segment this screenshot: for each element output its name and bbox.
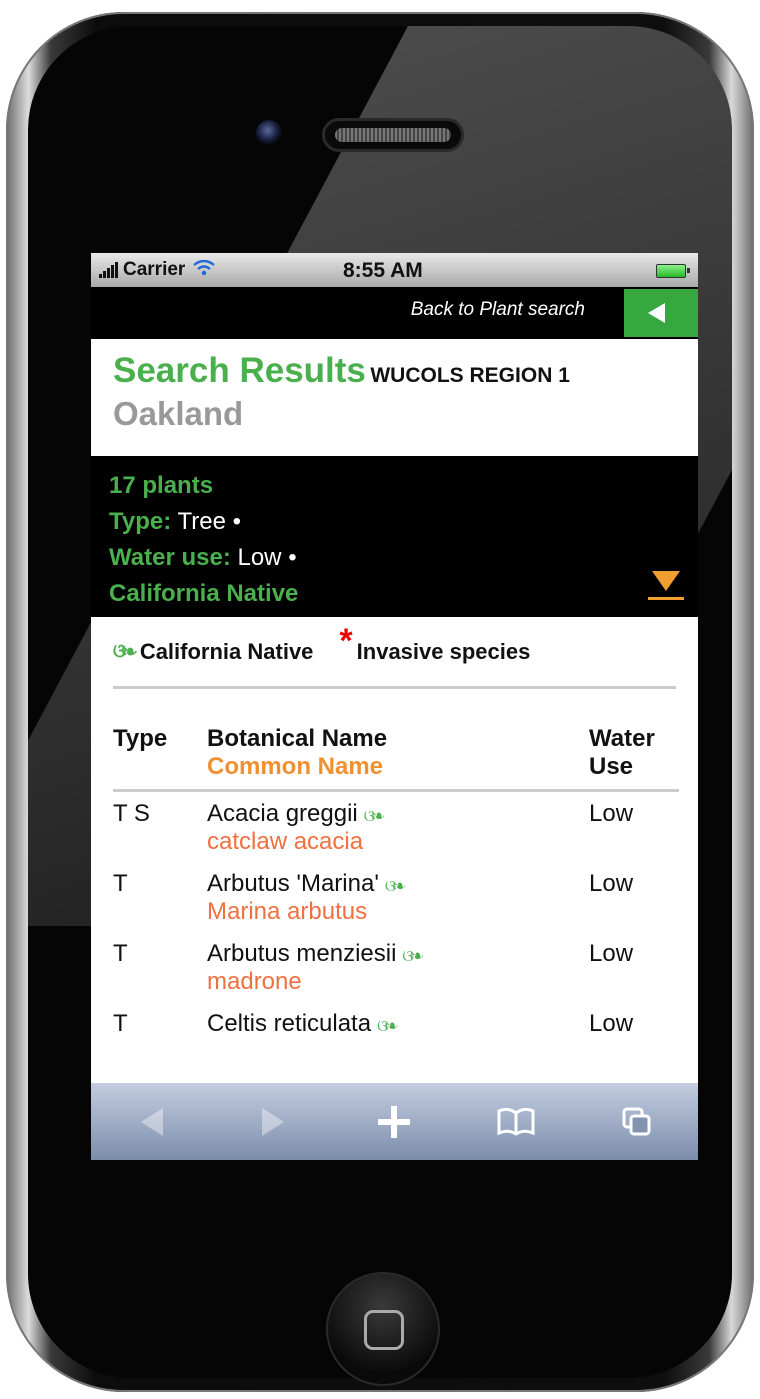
browser-forward-button[interactable] bbox=[243, 1097, 303, 1147]
name-column-header: Botanical Name Common Name bbox=[207, 725, 589, 792]
filter-separator: • bbox=[288, 544, 297, 571]
water-use: Low bbox=[589, 800, 634, 827]
legend: ଓ❧ California Native * Invasive species bbox=[113, 617, 676, 689]
botanical-name[interactable]: Arbutus menziesii bbox=[207, 940, 396, 967]
back-button[interactable] bbox=[624, 289, 698, 337]
legend-invasive-label: Invasive species bbox=[356, 638, 531, 664]
plant-names: Celtis reticulata ଓ❧ bbox=[207, 1002, 589, 1044]
plants-table: Type Botanical Name Common Name Water Us… bbox=[113, 725, 679, 1044]
water-filter: Water use: Low • bbox=[109, 540, 680, 576]
water-use-header-line2: Use bbox=[589, 753, 634, 780]
triangle-right-icon bbox=[262, 1107, 285, 1136]
triangle-left-icon bbox=[140, 1107, 163, 1136]
earpiece-speaker bbox=[322, 118, 464, 152]
pages-button[interactable] bbox=[607, 1097, 667, 1147]
filter-summary: 17 plants Type: Tree • Water use: Low • … bbox=[91, 456, 698, 617]
water-filter-value: Low bbox=[237, 544, 282, 571]
leaf-icon: ଓ❧ bbox=[363, 808, 385, 825]
plant-type: T bbox=[113, 940, 128, 967]
type-filter-label: Type: bbox=[109, 508, 172, 535]
leaf-icon: ଓ❧ bbox=[377, 1018, 398, 1035]
type-filter-value: Tree bbox=[177, 508, 226, 535]
city-name: Oakland bbox=[113, 395, 244, 432]
invasive-star-icon: * bbox=[339, 622, 353, 660]
botanical-name[interactable]: Acacia greggii bbox=[207, 800, 358, 827]
collapse-filters-button[interactable] bbox=[648, 571, 684, 601]
back-to-plant-search-link[interactable]: Back to Plant search bbox=[411, 299, 585, 321]
status-time: 8:55 AM bbox=[343, 259, 423, 282]
table-header-row: Type Botanical Name Common Name Water Us… bbox=[113, 725, 679, 792]
common-name: catclaw acacia bbox=[207, 828, 364, 855]
type-filter: Type: Tree • bbox=[109, 504, 680, 540]
add-bookmark-button[interactable] bbox=[364, 1097, 424, 1147]
legend-native-label: California Native bbox=[139, 638, 314, 664]
leaf-icon: ଓ❧ bbox=[402, 948, 423, 965]
common-name-header: Common Name bbox=[207, 753, 384, 780]
plus-icon bbox=[378, 1105, 411, 1138]
native-filter: California Native bbox=[109, 580, 299, 607]
wifi-icon bbox=[193, 259, 216, 282]
home-square-icon bbox=[364, 1310, 404, 1350]
carrier-name: Carrier bbox=[123, 259, 186, 280]
top-nav-bar: Back to Plant search bbox=[91, 287, 698, 339]
plant-names: Acacia greggii ଓ❧ catclaw acacia bbox=[207, 791, 589, 863]
common-name: madrone bbox=[207, 968, 302, 995]
botanical-name-header: Botanical Name bbox=[207, 725, 388, 752]
type-column-header: Type bbox=[113, 725, 207, 792]
home-button[interactable] bbox=[326, 1272, 440, 1386]
pages-icon bbox=[622, 1107, 651, 1135]
water-use: Low bbox=[589, 940, 634, 967]
region-label: WUCOLS REGION 1 bbox=[370, 364, 570, 387]
phone-screen: Carrier 8:55 AM Back to Plant search Sea… bbox=[91, 253, 698, 1160]
filter-separator: • bbox=[232, 508, 242, 535]
triangle-down-icon bbox=[652, 571, 680, 591]
browser-back-button[interactable] bbox=[122, 1097, 182, 1147]
front-camera bbox=[256, 120, 282, 146]
signal-icon bbox=[99, 262, 118, 278]
plant-names: Arbutus menziesii ଓ❧ madrone bbox=[207, 932, 589, 1002]
open-book-icon bbox=[497, 1107, 535, 1136]
bookmarks-button[interactable] bbox=[486, 1097, 546, 1147]
page-title: Search Results bbox=[113, 351, 366, 390]
plant-names: Arbutus 'Marina' ଓ❧ Marina arbutus bbox=[207, 862, 589, 932]
botanical-name[interactable]: Celtis reticulata bbox=[207, 1010, 371, 1037]
result-count: 17 plants bbox=[109, 472, 214, 499]
table-row[interactable]: T Celtis reticulata ଓ❧ Low bbox=[113, 1002, 679, 1044]
leaf-icon: ଓ❧ bbox=[384, 878, 406, 895]
botanical-name[interactable]: Arbutus 'Marina' bbox=[207, 870, 379, 897]
common-name: Marina arbutus bbox=[207, 898, 368, 925]
water-use: Low bbox=[589, 1010, 634, 1037]
browser-toolbar bbox=[91, 1083, 698, 1160]
plant-type: T S bbox=[113, 800, 150, 827]
water-use-header-line1: Water bbox=[589, 725, 655, 752]
leaf-icon: ଓ❧ bbox=[113, 641, 137, 661]
table-row[interactable]: T Arbutus menziesii ଓ❧ madrone Low bbox=[113, 932, 679, 1002]
water-filter-label: Water use: bbox=[109, 544, 231, 571]
table-row[interactable]: T S Acacia greggii ଓ❧ catclaw acacia Low bbox=[113, 791, 679, 863]
battery-icon bbox=[656, 264, 690, 278]
plant-type: T bbox=[113, 870, 128, 897]
water-use: Low bbox=[589, 870, 634, 897]
plant-type: T bbox=[113, 1010, 128, 1037]
water-use-column-header: Water Use bbox=[589, 725, 679, 792]
arrow-underline bbox=[648, 597, 684, 600]
table-row[interactable]: T Arbutus 'Marina' ଓ❧ Marina arbutus Low bbox=[113, 862, 679, 932]
triangle-left-icon bbox=[648, 303, 665, 323]
status-bar: Carrier 8:55 AM bbox=[91, 253, 698, 287]
results-header: Search Results WUCOLS REGION 1 Oakland bbox=[91, 339, 698, 456]
